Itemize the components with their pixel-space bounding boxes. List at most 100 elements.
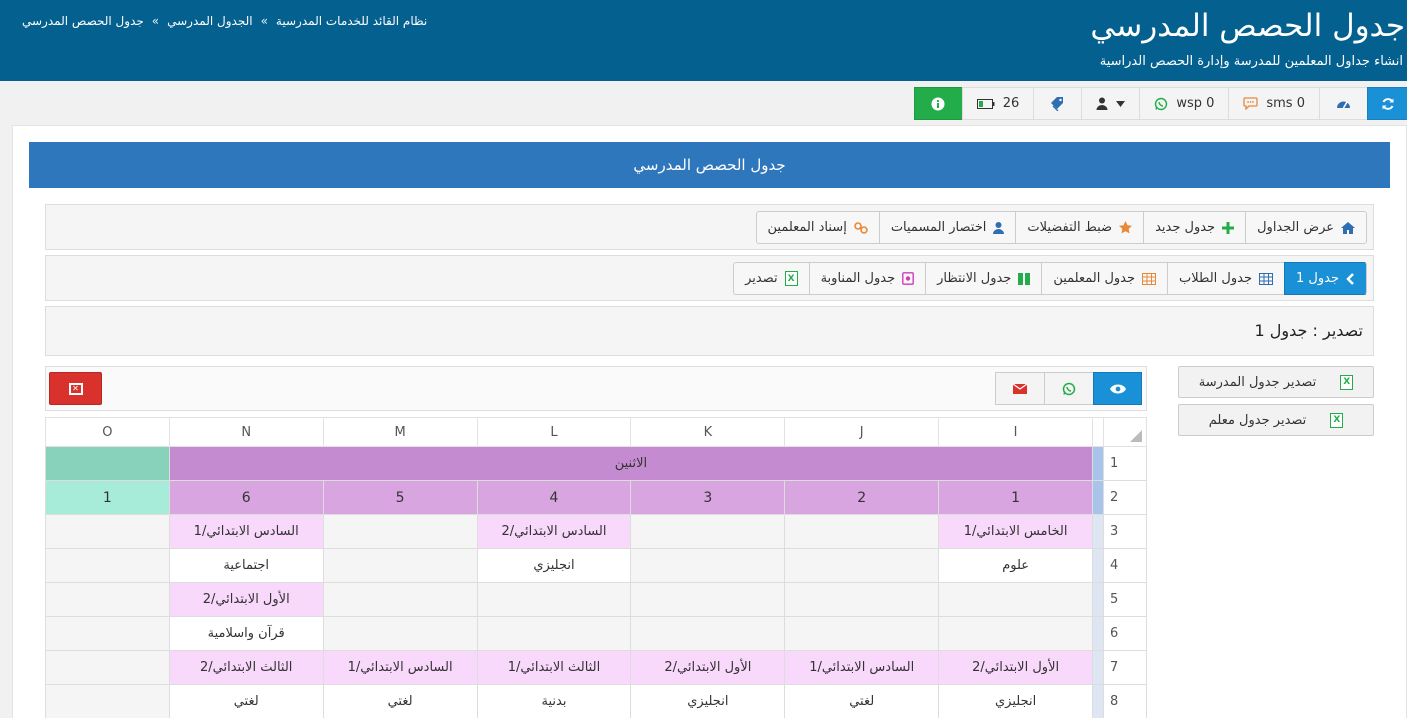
column-header[interactable]: N: [168, 417, 324, 447]
sheet-cell[interactable]: [45, 548, 170, 583]
sheet-cell[interactable]: الأول الابتدائي/2: [938, 650, 1094, 685]
breadcrumb-item[interactable]: جدول الحصص المدرسي: [22, 14, 144, 28]
row-gap: [1092, 480, 1105, 515]
sheet-cell[interactable]: [45, 514, 170, 549]
tab-export[interactable]: X تصدير: [733, 262, 809, 295]
tab-teachers-table[interactable]: جدول المعلمين: [1041, 262, 1168, 295]
sheet-cell[interactable]: [476, 582, 632, 617]
sms-button[interactable]: sms 0: [1228, 87, 1319, 120]
sheet-cell[interactable]: [784, 582, 940, 617]
row-header[interactable]: 2: [1103, 480, 1147, 515]
sheet-cell[interactable]: انجليزي: [938, 684, 1094, 718]
export-teacher-button[interactable]: X تصدير جدول معلم: [1178, 404, 1374, 436]
period-cell[interactable]: 1: [938, 480, 1094, 515]
sheet-cell[interactable]: [322, 514, 478, 549]
row-header[interactable]: 3: [1103, 514, 1147, 549]
sheet-cell[interactable]: الثالث الابتدائي/1: [476, 650, 632, 685]
row-header[interactable]: 5: [1103, 582, 1147, 617]
sheet-cell[interactable]: [45, 582, 170, 617]
sheet-cell[interactable]: السادس الابتدائي/1: [168, 514, 324, 549]
column-header[interactable]: L: [476, 417, 632, 447]
tag-button[interactable]: [1033, 87, 1082, 120]
breadcrumb-item[interactable]: الجدول المدرسي: [167, 14, 252, 28]
sheet-cell[interactable]: [322, 548, 478, 583]
view-button[interactable]: [1093, 372, 1142, 405]
select-all-corner[interactable]: [1103, 417, 1147, 447]
user-menu-button[interactable]: [1081, 87, 1140, 120]
tab-waiting-table[interactable]: جدول الانتظار: [925, 262, 1042, 295]
view-tables-button[interactable]: عرض الجداول: [1245, 211, 1367, 244]
sheet-cell[interactable]: لغتي: [168, 684, 324, 718]
period-cell[interactable]: 4: [476, 480, 632, 515]
sheet-cell[interactable]: [630, 548, 786, 583]
sheet-cell[interactable]: [938, 582, 1094, 617]
sheet-cell[interactable]: [322, 616, 478, 651]
refresh-button[interactable]: [1367, 87, 1407, 120]
period-cell[interactable]: 1: [45, 480, 170, 515]
sheet-cell[interactable]: [784, 514, 940, 549]
tab-table-1[interactable]: جدول 1: [1284, 262, 1367, 295]
sheet-cell[interactable]: [322, 582, 478, 617]
sheet-cell[interactable]: اجتماعية: [168, 548, 324, 583]
sheet-cell[interactable]: انجليزي: [630, 684, 786, 718]
sheet-cell[interactable]: [630, 514, 786, 549]
sheet-cell[interactable]: [630, 616, 786, 651]
sheet-cell[interactable]: [45, 446, 170, 481]
whatsapp-share-button[interactable]: [1044, 372, 1093, 405]
assign-teachers-button[interactable]: إسناد المعلمين: [755, 211, 879, 244]
info-button[interactable]: [913, 87, 962, 120]
sheet-cell[interactable]: السادس الابتدائي/2: [476, 514, 632, 549]
row-header[interactable]: 1: [1103, 446, 1147, 481]
sheet-cell[interactable]: السادس الابتدائي/1: [322, 650, 478, 685]
column-header[interactable]: J: [784, 417, 940, 447]
abbreviations-button[interactable]: اختصار المسميات: [878, 211, 1016, 244]
period-cell[interactable]: 2: [784, 480, 940, 515]
row-header[interactable]: 8: [1103, 684, 1147, 718]
sheet-cell[interactable]: [476, 616, 632, 651]
column-header[interactable]: K: [630, 417, 786, 447]
sheet-cell[interactable]: [630, 582, 786, 617]
close-sheet-button[interactable]: ✕: [49, 372, 102, 405]
dashboard-button[interactable]: [1319, 87, 1367, 120]
sheet-cell[interactable]: قرآن واسلامية: [168, 616, 324, 651]
column-header[interactable]: I: [938, 417, 1094, 447]
sheet-cell[interactable]: لغتي: [322, 684, 478, 718]
sheet-cell[interactable]: بدنية: [476, 684, 632, 718]
sheet-cell[interactable]: [45, 616, 170, 651]
sheet-cell[interactable]: [938, 616, 1094, 651]
sheet-cell[interactable]: [784, 548, 940, 583]
row-header[interactable]: 4: [1103, 548, 1147, 583]
period-cell[interactable]: 6: [168, 480, 324, 515]
row-header[interactable]: 6: [1103, 616, 1147, 651]
grid-icon: [1259, 272, 1273, 285]
sheet-cell[interactable]: [45, 684, 170, 718]
email-share-button[interactable]: [995, 372, 1044, 405]
day-header-cell[interactable]: الاثنين: [168, 446, 1094, 481]
sheet-cell[interactable]: الأول الابتدائي/2: [630, 650, 786, 685]
breadcrumb: نظام القائد للخدمات المدرسية » الجدول ال…: [22, 14, 427, 28]
sheet-cell[interactable]: لغتي: [784, 684, 940, 718]
tab-table-1-label: جدول 1: [1296, 271, 1339, 286]
period-cell[interactable]: 5: [322, 480, 478, 515]
sheet-cell[interactable]: [784, 616, 940, 651]
sheet-cell[interactable]: الخامس الابتدائي/1: [938, 514, 1094, 549]
column-header[interactable]: O: [45, 417, 170, 447]
sheet-cell[interactable]: انجليزي: [476, 548, 632, 583]
breadcrumb-item[interactable]: نظام القائد للخدمات المدرسية: [276, 14, 427, 28]
column-header[interactable]: M: [322, 417, 478, 447]
sheet-cell[interactable]: علوم: [938, 548, 1094, 583]
export-teacher-label: تصدير جدول معلم: [1208, 412, 1307, 428]
period-cell[interactable]: 3: [630, 480, 786, 515]
export-school-button[interactable]: X تصدير جدول المدرسة: [1178, 366, 1374, 398]
sheet-cell[interactable]: الأول الابتدائي/2: [168, 582, 324, 617]
row-header[interactable]: 7: [1103, 650, 1147, 685]
sheet-cell[interactable]: [45, 650, 170, 685]
new-table-button[interactable]: جدول جديد: [1143, 211, 1246, 244]
tab-students-table[interactable]: جدول الطلاب: [1167, 262, 1284, 295]
sheet-cell[interactable]: السادس الابتدائي/1: [784, 650, 940, 685]
abbreviations-label: اختصار المسميات: [890, 220, 987, 235]
tab-duty-table[interactable]: جدول المناوبة: [808, 262, 926, 295]
preferences-button[interactable]: ضبط التفضيلات: [1015, 211, 1144, 244]
sheet-cell[interactable]: الثالث الابتدائي/2: [168, 650, 324, 685]
whatsapp-count-button[interactable]: wsp 0: [1139, 87, 1229, 120]
